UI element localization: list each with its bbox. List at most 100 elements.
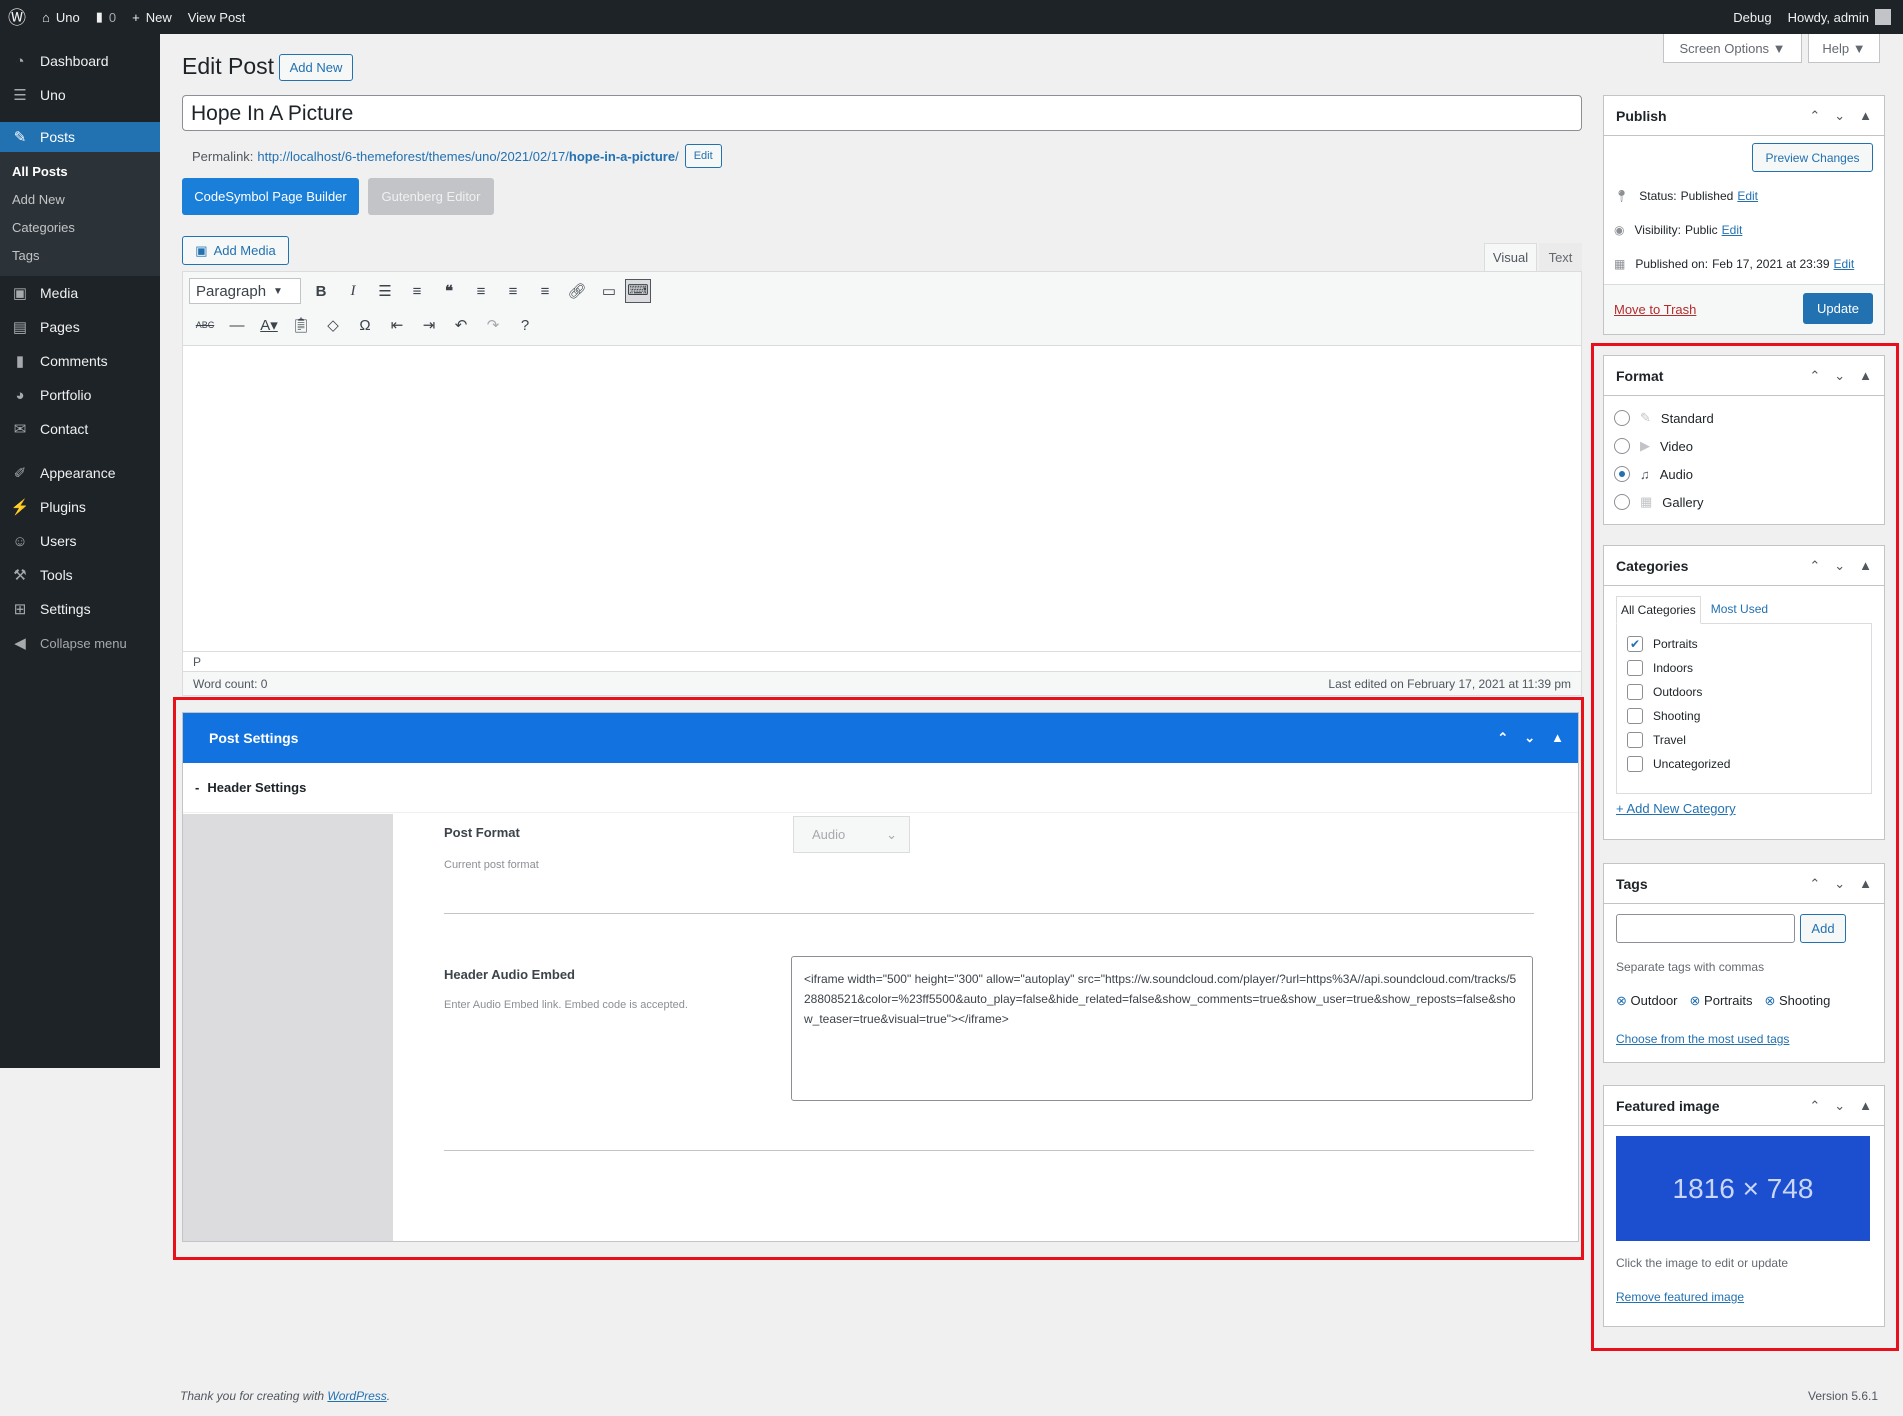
pages-icon: ▤ xyxy=(12,319,28,336)
editor-content[interactable] xyxy=(183,346,1581,651)
visibility-row: ◉ Visibility: Public Edit xyxy=(1614,223,1743,237)
bold-icon[interactable]: B xyxy=(305,283,337,300)
menu-portfolio[interactable]: ◕ Portfolio xyxy=(0,378,160,412)
tab-visual[interactable]: Visual xyxy=(1484,243,1537,271)
menu-pages[interactable]: ▤ Pages xyxy=(0,310,160,344)
toggle-panel-icon[interactable]: ▲ xyxy=(1859,108,1872,124)
media-icon: ▣ xyxy=(12,285,28,302)
update-button[interactable]: Update xyxy=(1803,293,1873,324)
format-select[interactable]: Paragraph ▼ xyxy=(189,278,301,304)
screen-options-button[interactable]: Screen Options ▼ xyxy=(1663,34,1802,63)
dashboard-icon: ◔ xyxy=(15,52,25,70)
move-down-icon[interactable]: ⌄ xyxy=(1834,108,1845,124)
account-link[interactable]: Howdy, admin xyxy=(1780,0,1903,34)
submenu-tags[interactable]: Tags xyxy=(0,242,160,270)
add-new-button[interactable]: Add New xyxy=(279,54,353,81)
menu-posts[interactable]: ✎ Posts xyxy=(0,122,160,152)
special-character-icon[interactable]: Ω xyxy=(349,317,381,334)
visibility-edit-link[interactable]: Edit xyxy=(1722,223,1743,237)
horizontal-line-icon[interactable]: — xyxy=(221,317,253,334)
help-button[interactable]: Help ▼ xyxy=(1808,34,1880,63)
post-title-input[interactable]: Hope In A Picture xyxy=(182,95,1582,131)
permalink-edit-button[interactable]: Edit xyxy=(684,144,722,168)
site-name-link[interactable]: ⌂ Uno xyxy=(34,0,88,34)
users-icon: ☺ xyxy=(12,532,28,550)
publish-actions: Move to Trash Update xyxy=(1604,284,1884,334)
menu-uno[interactable]: ☰ Uno xyxy=(0,78,160,112)
italic-icon[interactable]: I xyxy=(337,283,369,300)
help-icon[interactable]: ? xyxy=(509,317,541,334)
link-icon[interactable]: 🔗︎ xyxy=(561,282,593,300)
menu-dashboard[interactable]: ◔ Dashboard xyxy=(0,44,160,78)
collapse-icon: ◀ xyxy=(14,635,26,652)
submenu-all-posts[interactable]: All Posts xyxy=(0,158,160,186)
published-row: ▦ Published on: Feb 17, 2021 at 23:39 Edit xyxy=(1614,257,1855,271)
menu-media[interactable]: ▣ Media xyxy=(0,276,160,310)
view-post-link[interactable]: View Post xyxy=(180,0,254,34)
gutenberg-editor-button[interactable]: Gutenberg Editor xyxy=(368,178,494,215)
preview-changes-button[interactable]: Preview Changes xyxy=(1752,143,1873,172)
wordpress-logo-icon[interactable]: Ⓦ xyxy=(0,0,34,34)
admin-menu: ◔ Dashboard ☰ Uno ✎ Posts All Posts Add New… xyxy=(0,34,160,1068)
blockquote-icon[interactable]: ❝ xyxy=(433,282,465,300)
publish-box: Publish ⌃ ⌄ ▲ Preview Changes 📍︎ Status: Publ… xyxy=(1603,95,1885,335)
menu-appearance[interactable]: ✐ Appearance xyxy=(0,456,160,490)
menu-contact[interactable]: ✉ Contact xyxy=(0,412,160,446)
align-center-icon[interactable]: ≡ xyxy=(497,283,529,300)
numbered-list-icon[interactable]: ≡ xyxy=(401,283,433,300)
redo-icon[interactable]: ↷ xyxy=(477,316,509,334)
submenu-add-new[interactable]: Add New xyxy=(0,186,160,214)
strikethrough-icon[interactable]: ABC xyxy=(189,320,221,330)
bullet-list-icon[interactable]: ☰ xyxy=(369,282,401,300)
new-content-link[interactable]: + New xyxy=(124,0,180,34)
outdent-icon[interactable]: ⇤ xyxy=(381,316,413,334)
wordpress-link[interactable]: WordPress xyxy=(327,1389,386,1403)
menu-settings[interactable]: ⊞ Settings xyxy=(0,592,160,626)
permalink-label: Permalink: xyxy=(192,148,254,164)
date-edit-link[interactable]: Edit xyxy=(1834,257,1855,271)
read-more-icon[interactable]: ▭ xyxy=(593,282,625,300)
menu-comments[interactable]: ▮ Comments xyxy=(0,344,160,378)
align-left-icon[interactable]: ≡ xyxy=(465,283,497,300)
comments-icon: ▮ xyxy=(15,353,25,370)
undo-icon[interactable]: ↶ xyxy=(445,316,477,334)
pin-icon: ✎ xyxy=(13,129,27,146)
status-edit-link[interactable]: Edit xyxy=(1737,189,1758,203)
collapse-menu[interactable]: ◀ Collapse menu xyxy=(0,626,160,660)
menu-tools[interactable]: ⚒ Tools xyxy=(0,558,160,592)
align-right-icon[interactable]: ≡ xyxy=(529,283,561,300)
calendar-icon: ▦ xyxy=(1614,257,1626,271)
editor-container: Paragraph ▼ B I ☰ ≡ ❝ ≡ ≡ ≡ 🔗︎ ▭ ⌨ ABC — … xyxy=(182,271,1582,696)
status-row: 📍︎ Status: Published Edit xyxy=(1614,189,1758,203)
posts-submenu: All Posts Add New Categories Tags xyxy=(0,152,160,276)
paste-text-icon[interactable]: 📋︎ xyxy=(285,316,317,334)
brush-icon: ✐ xyxy=(13,465,27,482)
highlight-box-sidebar xyxy=(1591,343,1899,1351)
debug-link[interactable]: Debug xyxy=(1725,0,1779,34)
admin-bar: Ⓦ ⌂ Uno ▮ 0 + New View Post Debug Howdy, ad… xyxy=(0,0,1903,34)
codesymbol-builder-button[interactable]: CodeSymbol Page Builder xyxy=(182,178,359,215)
tab-text[interactable]: Text xyxy=(1539,243,1582,271)
chevron-down-icon: ▼ xyxy=(273,285,283,297)
permalink: Permalink: http://localhost/6-themefores… xyxy=(192,144,722,168)
tab-all-categories[interactable]: All Categories xyxy=(1616,596,1701,624)
menu-users[interactable]: ☺ Users xyxy=(0,524,160,558)
word-count: Word count: 0 xyxy=(193,676,268,691)
submenu-categories[interactable]: Categories xyxy=(0,214,160,242)
comments-link[interactable]: ▮ 0 xyxy=(88,0,124,34)
footer-version: Version 5.6.1 xyxy=(1808,1389,1879,1403)
editor-path: P xyxy=(183,651,1581,671)
move-to-trash-link[interactable]: Move to Trash xyxy=(1614,302,1696,317)
indent-icon[interactable]: ⇥ xyxy=(413,316,445,334)
add-media-button[interactable]: ▣ Add Media xyxy=(182,236,289,265)
home-icon: ⌂ xyxy=(42,9,50,25)
uno-icon: ☰ xyxy=(13,87,27,104)
permalink-link[interactable]: http://localhost/6-themeforest/themes/un… xyxy=(257,149,678,164)
clear-formatting-icon[interactable]: ◇ xyxy=(317,316,349,334)
toolbar-toggle-icon[interactable]: ⌨ xyxy=(625,279,651,303)
comment-icon: ▮ xyxy=(95,9,103,24)
settings-icon: ⊞ xyxy=(13,601,27,618)
move-up-icon[interactable]: ⌃ xyxy=(1809,108,1820,124)
menu-plugins[interactable]: ⚡ Plugins xyxy=(0,490,160,524)
text-color-icon[interactable]: A▾ xyxy=(253,316,285,334)
